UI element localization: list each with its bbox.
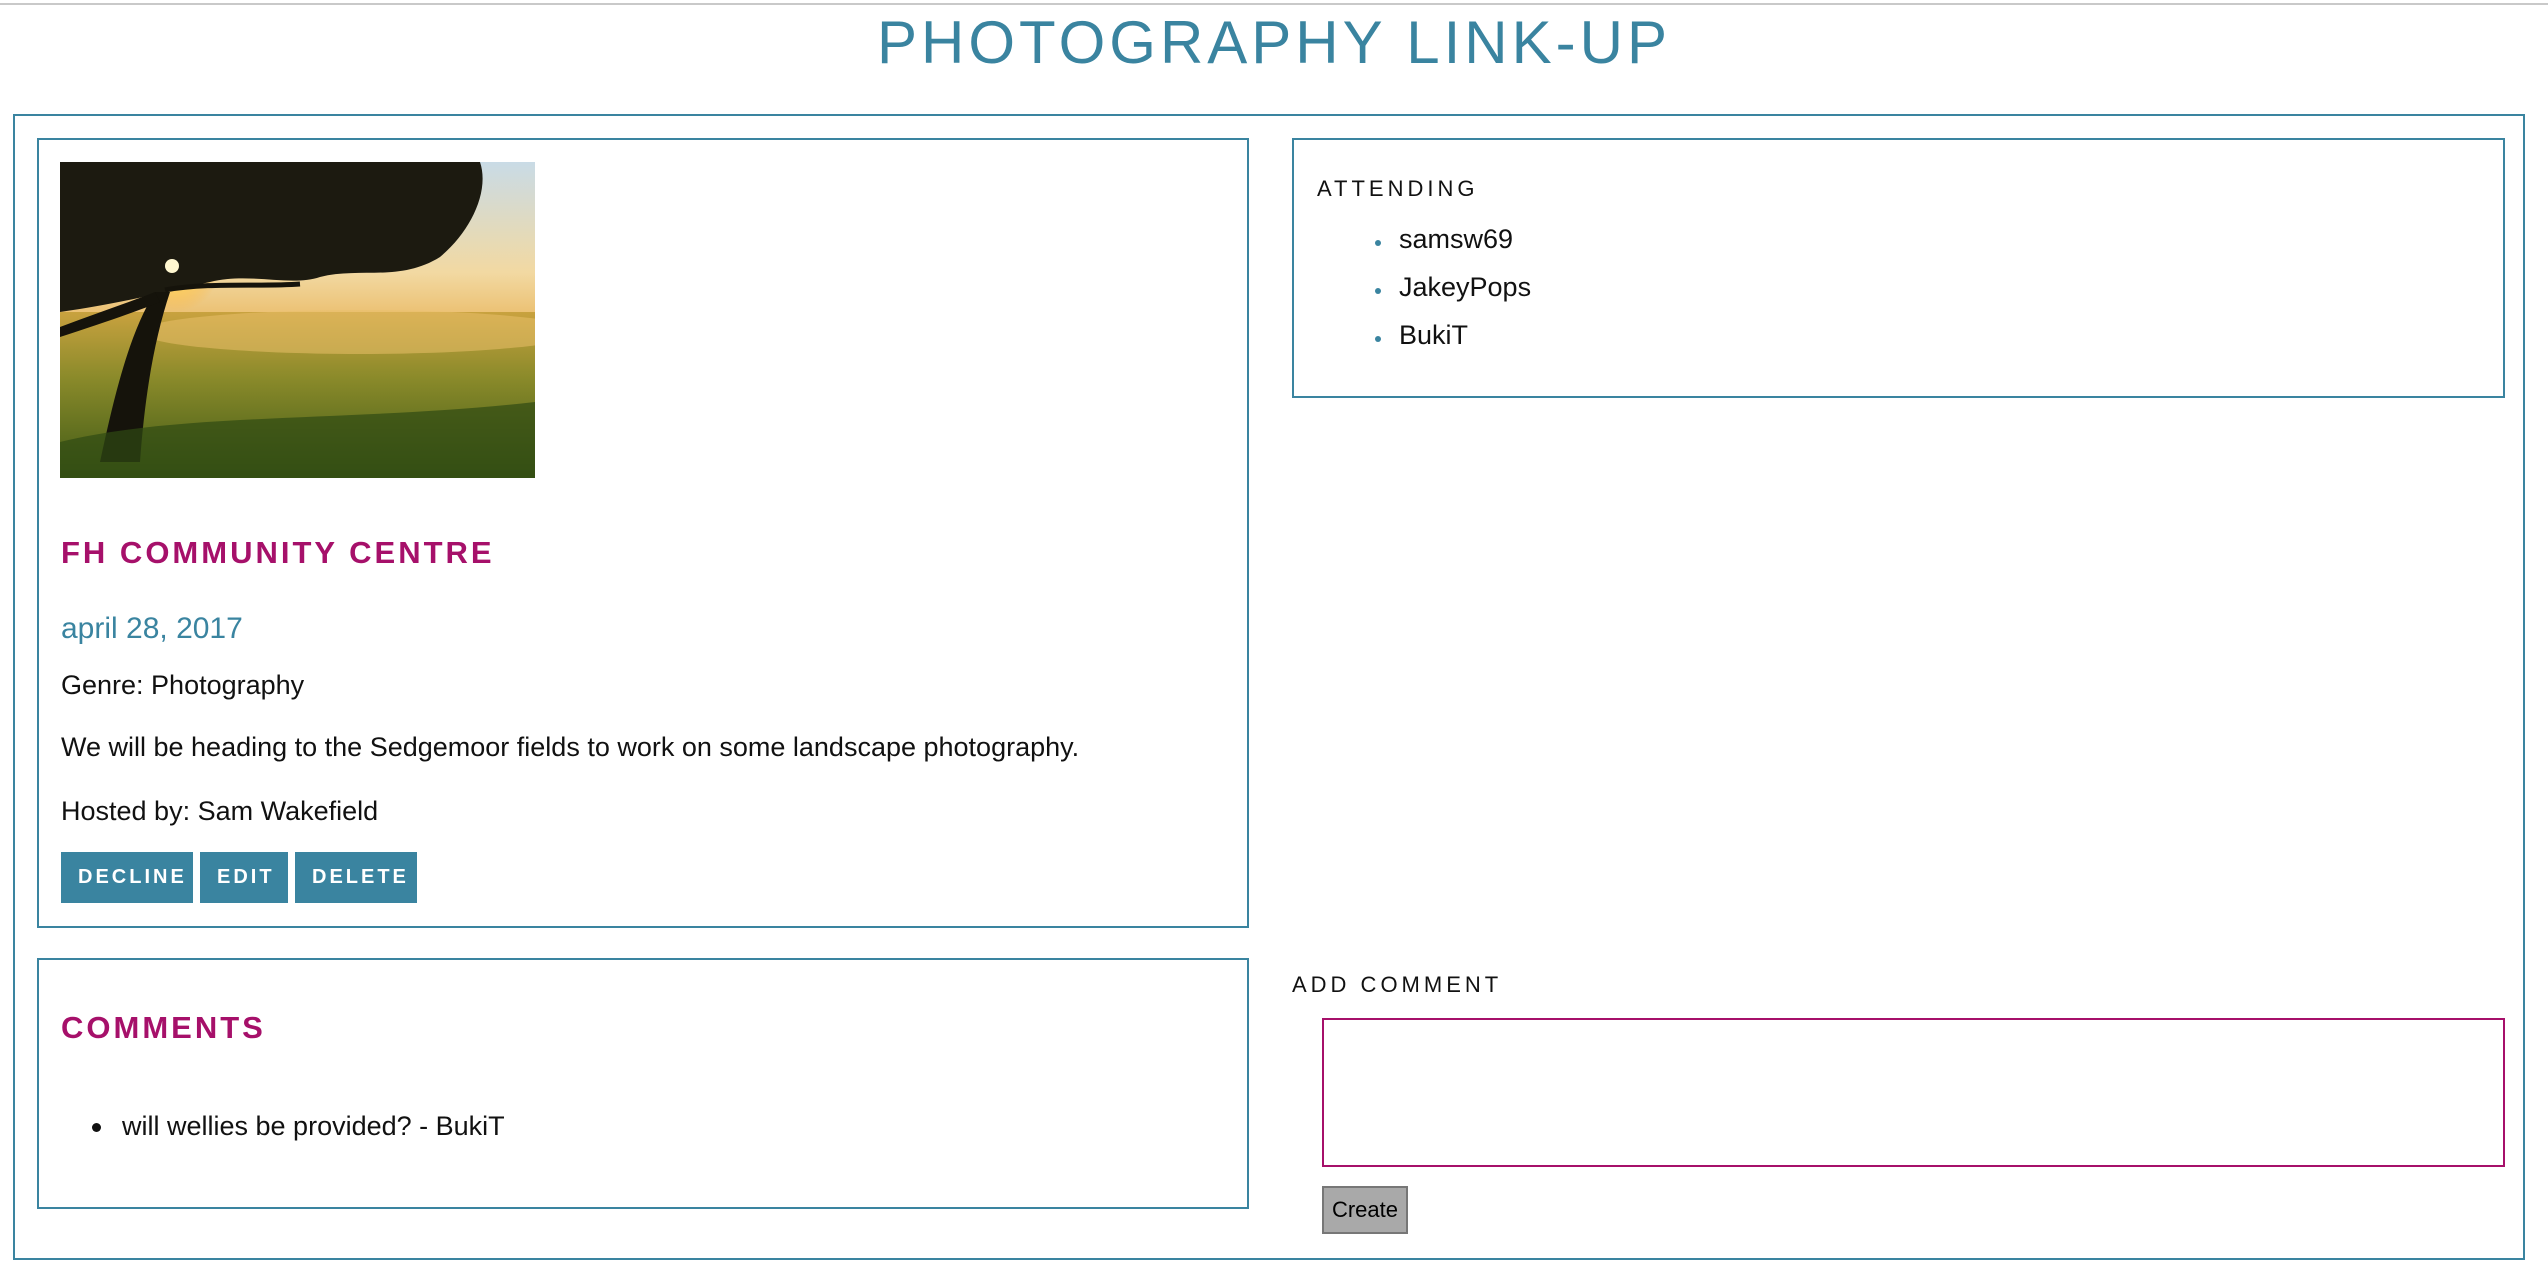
event-description: We will be heading to the Sedgemoor fiel… [61,732,1080,762]
decline-button[interactable]: DECLINE [61,852,193,903]
attending-list: samsw69 JakeyPops BukiT [1375,220,1531,364]
attendee-name: JakeyPops [1399,272,1532,302]
event-genre: Genre: Photography [61,670,305,700]
bullet-icon [92,1123,101,1132]
bullet-icon [1375,288,1381,294]
list-item: BukiT [1375,316,1531,364]
event-date: april 28, 2017 [61,612,243,645]
comments-panel [37,958,1249,1209]
site-title: PHOTOGRAPHY LINK-UP [877,9,1671,76]
edit-button[interactable]: EDIT [200,852,288,903]
comments-list: will wellies be provided? - BukiT [92,1108,505,1144]
delete-button[interactable]: DELETE [295,852,417,903]
list-item: JakeyPops [1375,268,1531,316]
comment-input[interactable] [1322,1018,2505,1167]
event-photo [60,162,535,478]
event-venue: FH COMMUNITY CENTRE [61,535,495,570]
create-button[interactable]: Create [1322,1186,1408,1234]
attendee-name: samsw69 [1399,224,1514,254]
attending-heading: ATTENDING [1317,176,1479,201]
event-host: Hosted by: Sam Wakefield [61,796,379,826]
bullet-icon [1375,240,1381,246]
top-divider [0,3,2548,5]
list-item: will wellies be provided? - BukiT [92,1108,505,1144]
attendee-name: BukiT [1399,320,1469,350]
comment-text: will wellies be provided? - BukiT [122,1111,505,1141]
add-comment-label: ADD COMMENT [1292,972,1503,997]
event-actions: DECLINE EDIT DELETE [61,852,417,903]
bullet-icon [1375,336,1381,342]
list-item: samsw69 [1375,220,1531,268]
comments-heading: COMMENTS [61,1010,266,1045]
